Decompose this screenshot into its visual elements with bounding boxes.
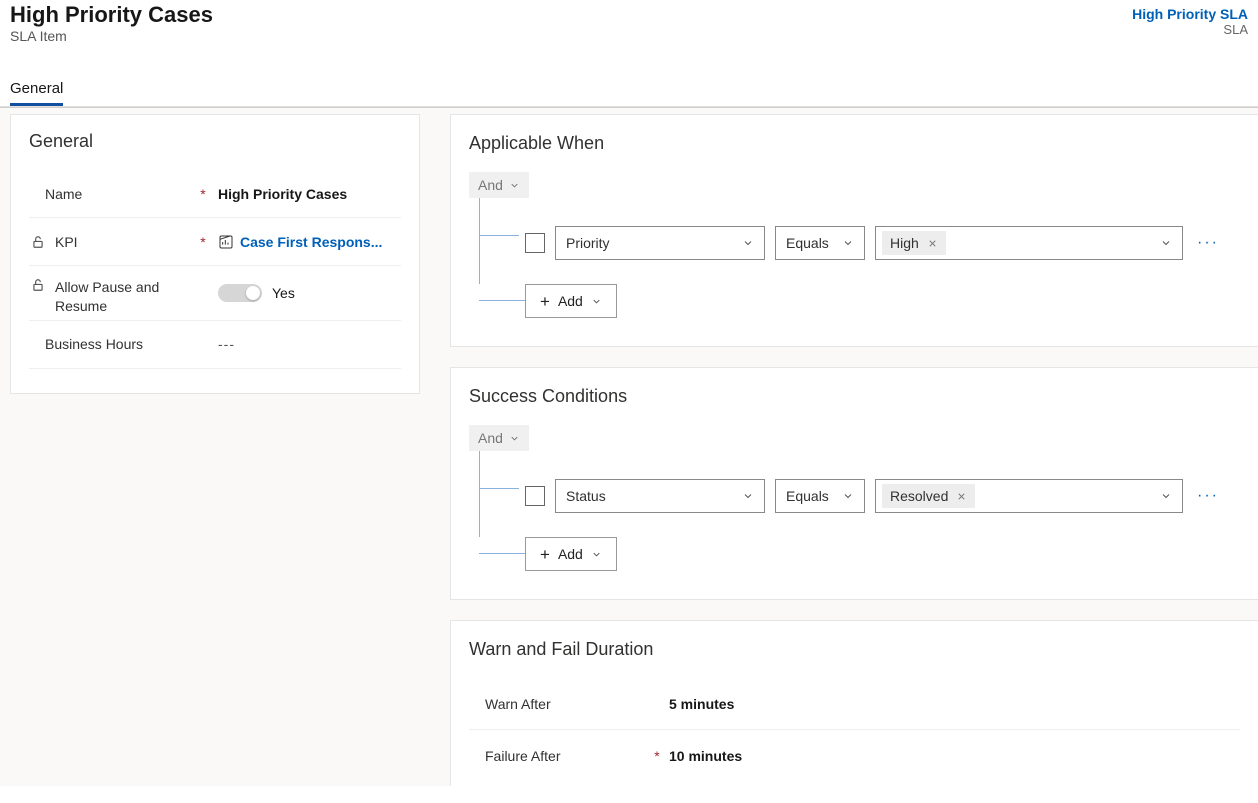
success-conditions-title: Success Conditions: [469, 386, 1240, 407]
operator-label: And: [478, 177, 503, 193]
name-label: Name: [29, 186, 194, 202]
lock-icon: [31, 235, 45, 249]
business-hours-value[interactable]: ---: [212, 336, 401, 352]
condition-field-select[interactable]: Status: [555, 479, 765, 513]
page-subtitle: SLA Item: [10, 28, 213, 44]
failure-after-value[interactable]: 10 minutes: [669, 748, 742, 764]
pause-toggle[interactable]: [218, 284, 262, 302]
operator-label: And: [478, 430, 503, 446]
more-actions-icon[interactable]: ···: [1193, 479, 1223, 513]
condition-value-select[interactable]: Resolved: [875, 479, 1183, 513]
pause-label-text: Allow Pause and Resume: [55, 278, 194, 316]
add-label: Add: [558, 293, 583, 309]
failure-after-label: Failure After: [485, 748, 645, 764]
pause-value: Yes: [272, 285, 295, 301]
operator-value: Equals: [786, 235, 829, 251]
chevron-down-icon: [1160, 237, 1172, 249]
chevron-down-icon: [842, 490, 854, 502]
kpi-icon: [218, 234, 234, 250]
remove-value-icon[interactable]: [927, 238, 938, 249]
operator-value: Equals: [786, 488, 829, 504]
required-marker: *: [645, 748, 669, 764]
chevron-down-icon: [591, 296, 602, 307]
warn-after-value[interactable]: 5 minutes: [669, 696, 734, 712]
add-label: Add: [558, 546, 583, 562]
condition-operator-select[interactable]: Equals: [775, 479, 865, 513]
warn-fail-title: Warn and Fail Duration: [469, 639, 1240, 660]
plus-icon: +: [540, 293, 550, 310]
group-operator-and[interactable]: And: [469, 425, 529, 451]
chevron-down-icon: [842, 237, 854, 249]
chevron-down-icon: [1160, 490, 1172, 502]
lock-icon: [31, 278, 45, 292]
chevron-down-icon: [509, 180, 520, 191]
chevron-down-icon: [591, 549, 602, 560]
add-condition-button[interactable]: + Add: [525, 284, 617, 318]
name-value[interactable]: High Priority Cases: [212, 186, 401, 202]
field-value: Status: [566, 488, 606, 504]
kpi-label-text: KPI: [55, 234, 78, 250]
add-condition-button[interactable]: + Add: [525, 537, 617, 571]
condition-checkbox[interactable]: [525, 486, 545, 506]
kpi-value[interactable]: Case First Respons...: [212, 234, 401, 250]
field-value: Priority: [566, 235, 610, 251]
group-operator-and[interactable]: And: [469, 172, 529, 198]
value-chip: Resolved: [882, 484, 975, 508]
page-title: High Priority Cases: [10, 2, 213, 28]
value-chip: High: [882, 231, 946, 255]
chevron-down-icon: [509, 433, 520, 444]
applicable-when-title: Applicable When: [469, 133, 1240, 154]
kpi-label: KPI: [29, 234, 194, 250]
more-actions-icon[interactable]: ···: [1193, 226, 1223, 260]
condition-field-select[interactable]: Priority: [555, 226, 765, 260]
pause-label: Allow Pause and Resume: [29, 270, 194, 316]
value-text: High: [890, 235, 919, 251]
general-section-title: General: [29, 131, 401, 152]
condition-value-select[interactable]: High: [875, 226, 1183, 260]
tab-general[interactable]: General: [10, 74, 63, 106]
related-sla-sub: SLA: [1132, 22, 1248, 37]
related-sla-link[interactable]: High Priority SLA: [1132, 6, 1248, 22]
kpi-link-text: Case First Respons...: [240, 234, 382, 250]
chevron-down-icon: [742, 237, 754, 249]
remove-value-icon[interactable]: [956, 491, 967, 502]
condition-operator-select[interactable]: Equals: [775, 226, 865, 260]
condition-checkbox[interactable]: [525, 233, 545, 253]
required-marker: *: [194, 186, 212, 202]
warn-after-label: Warn After: [485, 696, 645, 712]
plus-icon: +: [540, 546, 550, 563]
chevron-down-icon: [742, 490, 754, 502]
value-text: Resolved: [890, 488, 948, 504]
business-hours-label: Business Hours: [29, 336, 194, 352]
required-marker: *: [194, 234, 212, 250]
